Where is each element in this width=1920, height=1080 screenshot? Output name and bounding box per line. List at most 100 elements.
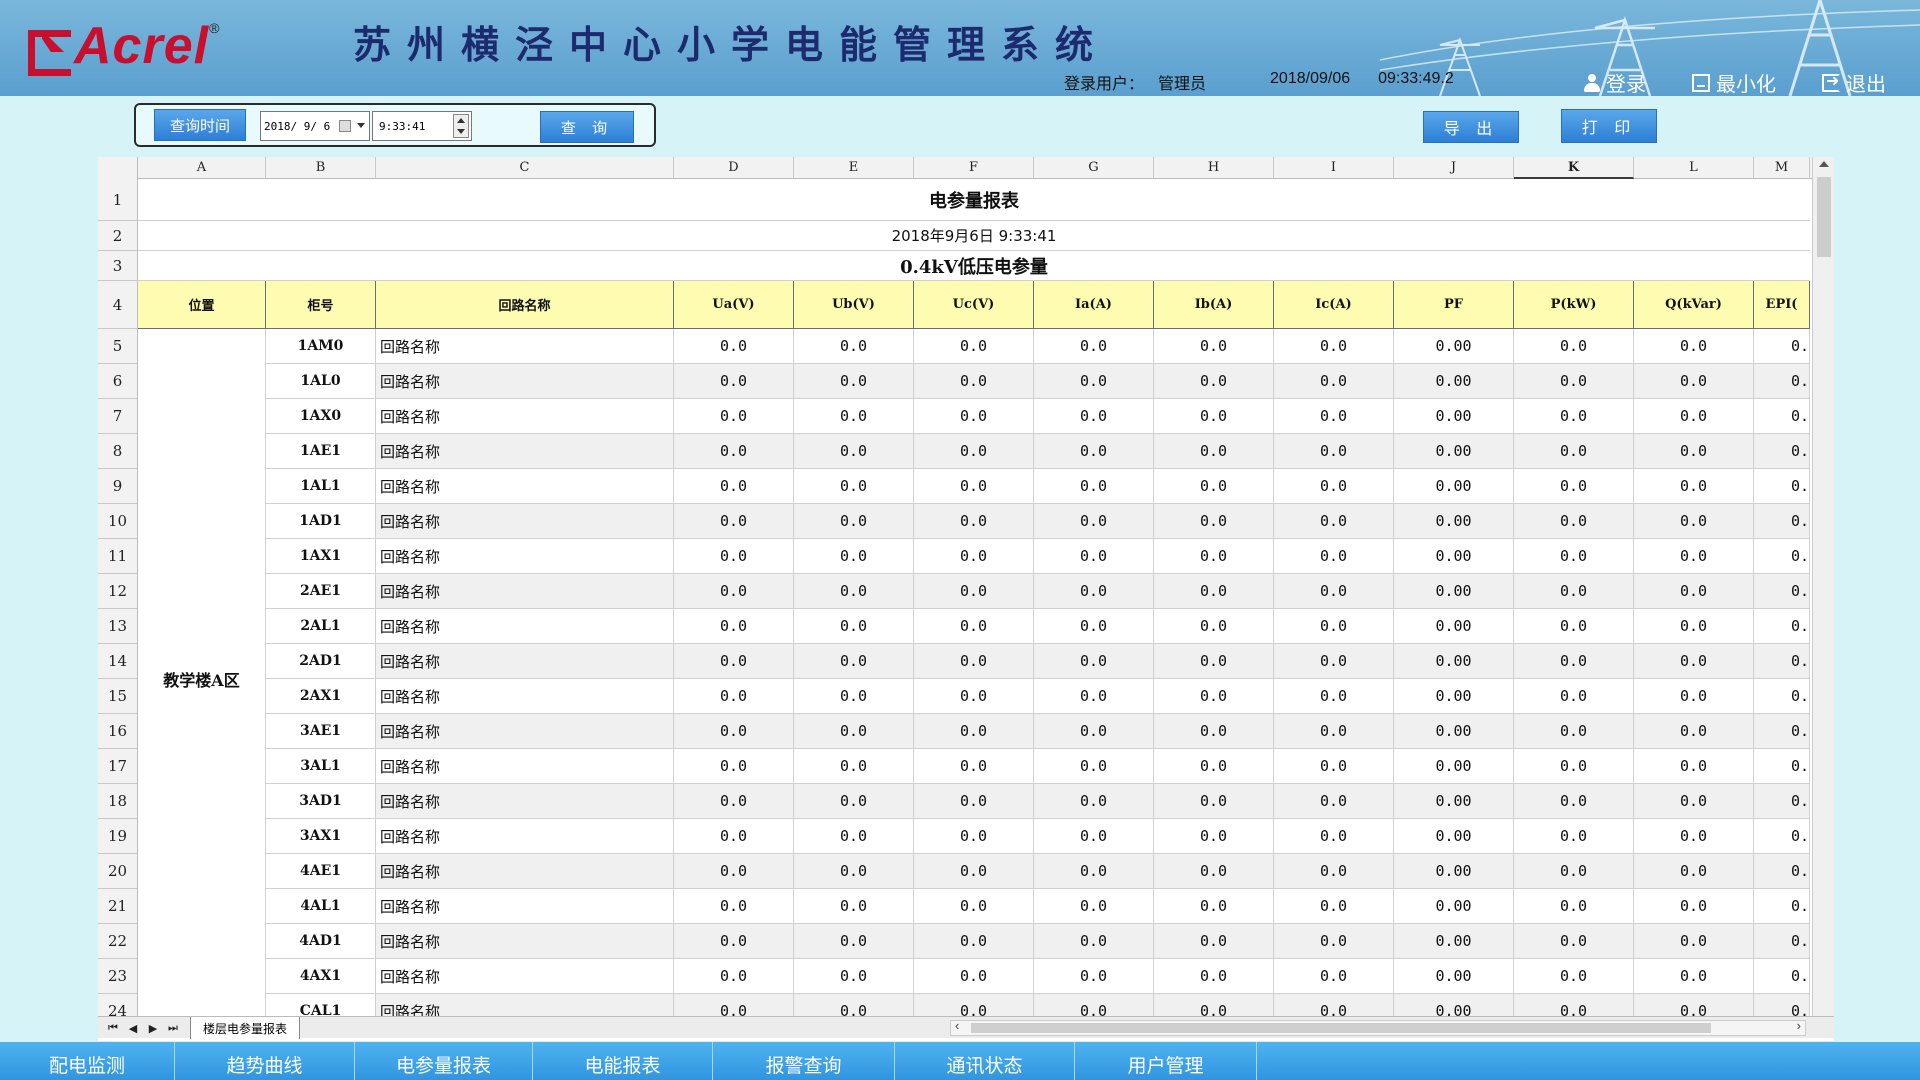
value-cell[interactable]: 0.00 xyxy=(1394,469,1514,504)
value-cell[interactable]: 0.0 xyxy=(1274,364,1394,399)
value-cell[interactable]: 0.0 xyxy=(914,469,1034,504)
cabinet-cell[interactable]: 1AE1 xyxy=(266,434,376,469)
value-cell[interactable]: 0.0 xyxy=(794,644,914,679)
value-cell[interactable]: 0.0 xyxy=(1514,889,1634,924)
nav-item-6[interactable]: 用户管理 xyxy=(1075,1042,1257,1080)
value-cell[interactable]: 0.0 xyxy=(794,854,914,889)
value-cell[interactable]: 0.0 xyxy=(1634,399,1754,434)
column-header-i[interactable]: I xyxy=(1274,157,1394,179)
row-header-20[interactable]: 20 xyxy=(98,854,138,889)
value-cell[interactable]: 0.0 xyxy=(794,714,914,749)
value-cell[interactable]: 0.0 xyxy=(1514,819,1634,854)
value-cell[interactable]: 0. xyxy=(1754,329,1810,364)
value-cell[interactable]: 0.0 xyxy=(674,364,794,399)
value-cell[interactable]: 0.00 xyxy=(1394,714,1514,749)
value-cell[interactable]: 0. xyxy=(1754,749,1810,784)
minimize-button[interactable]: 最小化 xyxy=(1692,68,1776,96)
value-cell[interactable]: 0.0 xyxy=(1634,434,1754,469)
report-spreadsheet[interactable]: ABCDEFGHIJKLM 1 2 3 4 5 6 7 8 9 10 11 12 13 14 15 16 17 1… xyxy=(98,157,1834,1041)
value-cell[interactable]: 0.0 xyxy=(1034,784,1154,819)
value-cell[interactable]: 0.0 xyxy=(794,399,914,434)
value-cell[interactable]: 0.0 xyxy=(1634,539,1754,574)
value-cell[interactable]: 0.0 xyxy=(674,749,794,784)
value-cell[interactable]: 0.0 xyxy=(794,329,914,364)
row-header-12[interactable]: 12 xyxy=(98,574,138,609)
first-sheet-icon[interactable]: ⏮ xyxy=(104,1019,122,1037)
scroll-up-icon[interactable] xyxy=(1819,161,1829,167)
value-cell[interactable]: 0.0 xyxy=(1274,819,1394,854)
value-cell[interactable]: 0.0 xyxy=(1154,889,1274,924)
column-header-h[interactable]: H xyxy=(1154,157,1274,179)
row-header-9[interactable]: 9 xyxy=(98,469,138,504)
value-cell[interactable]: 0. xyxy=(1754,714,1810,749)
column-header-b[interactable]: B xyxy=(266,157,376,179)
circuit-name-cell[interactable]: 回路名称 xyxy=(376,959,674,994)
value-cell[interactable]: 0. xyxy=(1754,539,1810,574)
cabinet-cell[interactable]: 2AD1 xyxy=(266,644,376,679)
prev-sheet-icon[interactable]: ◀ xyxy=(124,1019,142,1037)
value-cell[interactable]: 0.0 xyxy=(1154,469,1274,504)
value-cell[interactable]: 0.0 xyxy=(914,819,1034,854)
value-cell[interactable]: 0.0 xyxy=(1274,959,1394,994)
value-cell[interactable]: 0.0 xyxy=(1514,364,1634,399)
value-cell[interactable]: 0.0 xyxy=(1154,539,1274,574)
row-header-6[interactable]: 6 xyxy=(98,364,138,399)
date-picker[interactable]: 2018/ 9/ 6 xyxy=(260,111,370,141)
value-cell[interactable]: 0.0 xyxy=(1634,679,1754,714)
row-header-11[interactable]: 11 xyxy=(98,539,138,574)
value-cell[interactable]: 0. xyxy=(1754,399,1810,434)
value-cell[interactable]: 0.0 xyxy=(674,609,794,644)
value-cell[interactable]: 0.0 xyxy=(914,434,1034,469)
value-cell[interactable]: 0.0 xyxy=(1274,784,1394,819)
cabinet-cell[interactable]: 2AE1 xyxy=(266,574,376,609)
value-cell[interactable]: 0.0 xyxy=(1634,609,1754,644)
value-cell[interactable]: 0.0 xyxy=(1034,644,1154,679)
value-cell[interactable]: 0.0 xyxy=(914,644,1034,679)
value-cell[interactable]: 0.00 xyxy=(1394,749,1514,784)
value-cell[interactable]: 0.0 xyxy=(1154,434,1274,469)
value-cell[interactable]: 0. xyxy=(1754,469,1810,504)
value-cell[interactable]: 0.0 xyxy=(1274,749,1394,784)
value-cell[interactable]: 0.0 xyxy=(914,679,1034,714)
value-cell[interactable]: 0.0 xyxy=(1634,784,1754,819)
value-cell[interactable]: 0.00 xyxy=(1394,679,1514,714)
nav-item-4[interactable]: 报警查询 xyxy=(713,1042,895,1080)
value-cell[interactable]: 0.0 xyxy=(1034,714,1154,749)
hscroll-thumb[interactable] xyxy=(971,1023,1711,1033)
value-cell[interactable]: 0.0 xyxy=(1634,924,1754,959)
value-cell[interactable]: 0.0 xyxy=(674,504,794,539)
value-cell[interactable]: 0.0 xyxy=(1034,924,1154,959)
nav-item-3[interactable]: 电能报表 xyxy=(533,1042,713,1080)
value-cell[interactable]: 0.0 xyxy=(674,959,794,994)
value-cell[interactable]: 0.0 xyxy=(1034,434,1154,469)
value-cell[interactable]: 0. xyxy=(1754,574,1810,609)
circuit-name-cell[interactable]: 回路名称 xyxy=(376,854,674,889)
value-cell[interactable]: 0.0 xyxy=(1034,539,1154,574)
circuit-name-cell[interactable]: 回路名称 xyxy=(376,749,674,784)
value-cell[interactable]: 0.0 xyxy=(1034,469,1154,504)
value-cell[interactable]: 0.00 xyxy=(1394,819,1514,854)
cabinet-cell[interactable]: 1AL0 xyxy=(266,364,376,399)
value-cell[interactable]: 0.0 xyxy=(1154,644,1274,679)
value-cell[interactable]: 0.0 xyxy=(1274,434,1394,469)
value-cell[interactable]: 0.0 xyxy=(914,539,1034,574)
cabinet-cell[interactable]: 3AX1 xyxy=(266,819,376,854)
value-cell[interactable]: 0.0 xyxy=(914,749,1034,784)
value-cell[interactable]: 0.00 xyxy=(1394,539,1514,574)
value-cell[interactable]: 0. xyxy=(1754,364,1810,399)
value-cell[interactable]: 0.0 xyxy=(1034,329,1154,364)
row-header-21[interactable]: 21 xyxy=(98,889,138,924)
value-cell[interactable]: 0. xyxy=(1754,504,1810,539)
time-spinner-icon[interactable] xyxy=(453,114,469,138)
row-header-7[interactable]: 7 xyxy=(98,399,138,434)
circuit-name-cell[interactable]: 回路名称 xyxy=(376,399,674,434)
value-cell[interactable]: 0.00 xyxy=(1394,889,1514,924)
value-cell[interactable]: 0.0 xyxy=(674,924,794,959)
value-cell[interactable]: 0.0 xyxy=(914,574,1034,609)
value-cell[interactable]: 0.00 xyxy=(1394,364,1514,399)
exit-button[interactable]: 退出 xyxy=(1822,68,1886,96)
value-cell[interactable]: 0. xyxy=(1754,679,1810,714)
nav-item-0[interactable]: 配电监测 xyxy=(0,1042,175,1080)
value-cell[interactable]: 0.0 xyxy=(794,504,914,539)
value-cell[interactable]: 0.0 xyxy=(1274,539,1394,574)
